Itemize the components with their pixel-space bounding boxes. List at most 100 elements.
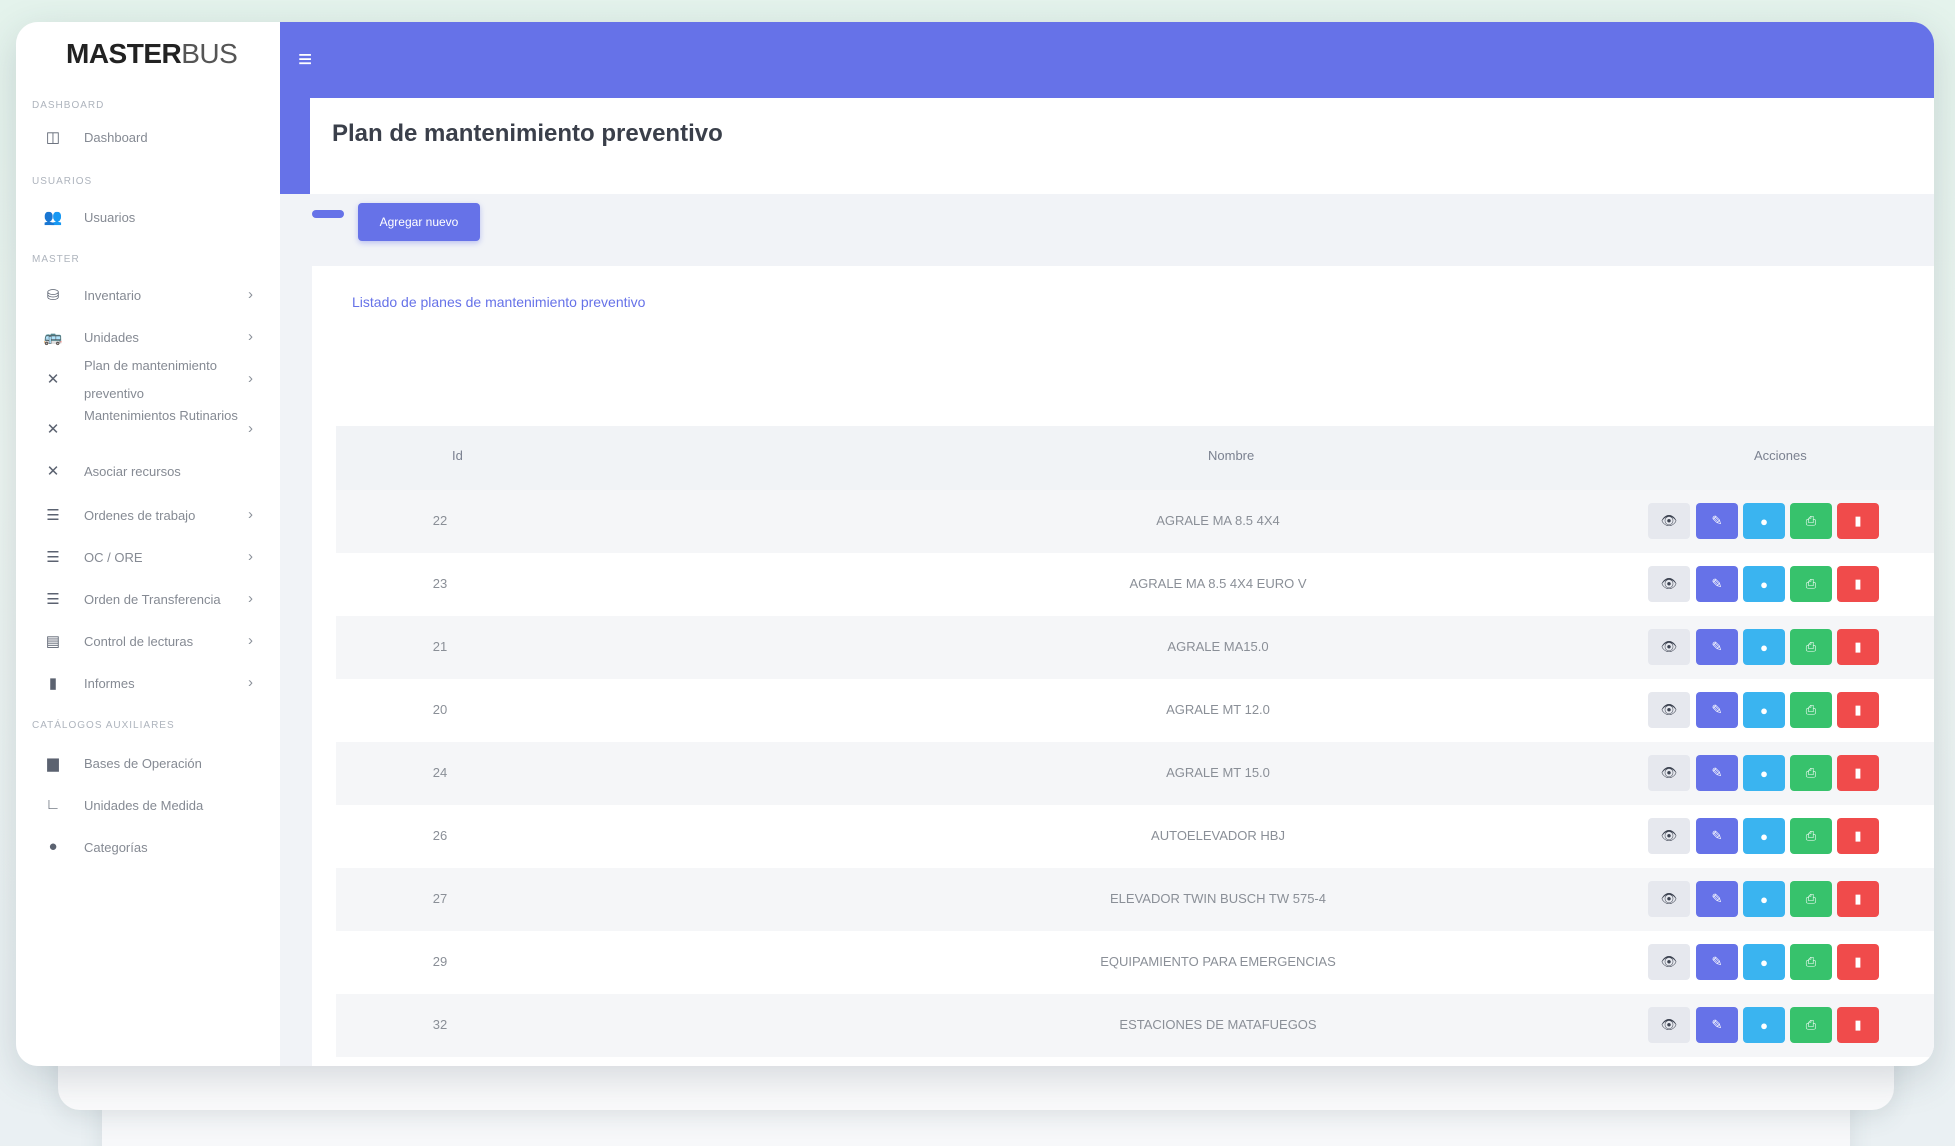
print-icon: ⎙ (1805, 828, 1817, 843)
comment-button[interactable]: ● (1743, 1007, 1785, 1043)
sidebar-item-label: Ordenes de trabajo (84, 508, 196, 523)
sidebar-item-label: Usuarios (84, 210, 136, 225)
edit-button[interactable]: ✎ (1696, 629, 1738, 665)
edit-icon: ✎ (1711, 828, 1723, 843)
tools-icon: ✕ (46, 421, 60, 438)
eye-icon: 👁 (1660, 954, 1678, 969)
table-header (336, 426, 1934, 490)
comment-button[interactable]: ● (1743, 503, 1785, 539)
comment-button[interactable]: ● (1743, 566, 1785, 602)
print-icon: ⎙ (1805, 765, 1817, 780)
comment-button[interactable]: ● (1743, 818, 1785, 854)
collapse-handle[interactable] (312, 210, 344, 218)
eye-icon: 👁 (1660, 891, 1678, 906)
tools-icon: ✕ (46, 463, 60, 480)
print-button[interactable]: ⎙ (1790, 818, 1832, 854)
cell-name: AGRALE MT 12.0 (1166, 702, 1270, 717)
sidebar-item-informes[interactable]: ▮ Informes › (16, 656, 280, 712)
delete-button[interactable]: ▮ (1837, 755, 1879, 791)
print-button[interactable]: ⎙ (1790, 944, 1832, 980)
trash-icon: ▮ (1854, 639, 1862, 654)
tag-icon: ● (48, 838, 58, 855)
sidebar-item-plan-de-mantenimiento-preventivo[interactable]: ✕ Plan de mantenimiento preventivo › (16, 352, 280, 408)
cell-id: 29 (432, 954, 448, 969)
view-button[interactable]: 👁 (1648, 692, 1690, 728)
column-header-id[interactable]: Id (452, 448, 463, 463)
delete-button[interactable]: ▮ (1837, 566, 1879, 602)
view-button[interactable]: 👁 (1648, 1007, 1690, 1043)
view-button[interactable]: 👁 (1648, 881, 1690, 917)
edit-button[interactable]: ✎ (1696, 692, 1738, 728)
sidebar-item-dashboard[interactable]: ◫ Dashboard (16, 110, 280, 166)
print-icon: ⎙ (1805, 639, 1817, 654)
inventory-icon: ⛁ (46, 287, 60, 304)
table-row (336, 742, 1934, 805)
list-heading: Listado de planes de mantenimiento preve… (352, 294, 646, 310)
list-icon: ☰ (46, 591, 60, 608)
sidebar-item-label: Asociar recursos (84, 464, 181, 479)
eye-icon: 👁 (1660, 702, 1678, 717)
edit-button[interactable]: ✎ (1696, 755, 1738, 791)
cell-id: 27 (432, 891, 448, 906)
edit-button[interactable]: ✎ (1696, 566, 1738, 602)
eye-icon: 👁 (1660, 639, 1678, 654)
chevron-right-icon: › (248, 506, 253, 523)
delete-button[interactable]: ▮ (1837, 881, 1879, 917)
sidebar-item-label: Orden de Transferencia (84, 592, 221, 607)
print-icon: ⎙ (1805, 1017, 1817, 1032)
print-icon: ⎙ (1805, 576, 1817, 591)
comment-button[interactable]: ● (1743, 755, 1785, 791)
delete-button[interactable]: ▮ (1837, 944, 1879, 980)
sidebar-item-categorías[interactable]: ● Categorías (16, 820, 280, 876)
edit-button[interactable]: ✎ (1696, 1007, 1738, 1043)
print-button[interactable]: ⎙ (1790, 881, 1832, 917)
bus-icon: 🚌 (43, 329, 63, 346)
print-button[interactable]: ⎙ (1790, 566, 1832, 602)
cell-name: ELEVADOR TWIN BUSCH TW 575-4 (1110, 891, 1326, 906)
sidebar-item-label: Categorías (84, 840, 148, 855)
hamburger-menu-icon[interactable]: ≡ (298, 46, 312, 74)
delete-button[interactable]: ▮ (1837, 1007, 1879, 1043)
print-button[interactable]: ⎙ (1790, 755, 1832, 791)
print-button[interactable]: ⎙ (1790, 629, 1832, 665)
trash-icon: ▮ (1854, 891, 1862, 906)
column-header-name[interactable]: Nombre (1208, 448, 1254, 463)
list-icon: ☰ (46, 549, 60, 566)
sidebar-item-label: OC / ORE (84, 550, 143, 565)
edit-button[interactable]: ✎ (1696, 944, 1738, 980)
cell-name: AGRALE MT 15.0 (1166, 765, 1270, 780)
comment-button[interactable]: ● (1743, 629, 1785, 665)
edit-button[interactable]: ✎ (1696, 881, 1738, 917)
delete-button[interactable]: ▮ (1837, 692, 1879, 728)
edit-button[interactable]: ✎ (1696, 503, 1738, 539)
print-button[interactable]: ⎙ (1790, 503, 1832, 539)
delete-button[interactable]: ▮ (1837, 818, 1879, 854)
view-button[interactable]: 👁 (1648, 755, 1690, 791)
sidebar-section-title: USUARIOS (32, 176, 93, 187)
print-icon: ⎙ (1805, 891, 1817, 906)
comment-button[interactable]: ● (1743, 692, 1785, 728)
eye-icon: 👁 (1660, 765, 1678, 780)
view-button[interactable]: 👁 (1648, 629, 1690, 665)
comment-button[interactable]: ● (1743, 881, 1785, 917)
table-row (336, 679, 1934, 742)
delete-button[interactable]: ▮ (1837, 503, 1879, 539)
view-button[interactable]: 👁 (1648, 503, 1690, 539)
edit-button[interactable]: ✎ (1696, 818, 1738, 854)
print-button[interactable]: ⎙ (1790, 1007, 1832, 1043)
add-new-button[interactable]: Agregar nuevo (358, 203, 480, 241)
trash-icon: ▮ (1854, 828, 1862, 843)
sidebar-item-label: Control de lecturas (84, 634, 194, 649)
print-button[interactable]: ⎙ (1790, 692, 1832, 728)
sidebar-item-usuarios[interactable]: 👥 Usuarios (16, 190, 280, 246)
delete-button[interactable]: ▮ (1837, 629, 1879, 665)
comment-icon: ● (1760, 765, 1768, 781)
app-logo: MASTERBUS (66, 38, 238, 69)
view-button[interactable]: 👁 (1648, 818, 1690, 854)
view-button[interactable]: 👁 (1648, 566, 1690, 602)
comment-button[interactable]: ● (1743, 944, 1785, 980)
dashboard-icon: ◫ (45, 129, 61, 146)
print-icon: ⎙ (1805, 702, 1817, 717)
sidebar-item-label: Unidades (84, 330, 139, 345)
view-button[interactable]: 👁 (1648, 944, 1690, 980)
